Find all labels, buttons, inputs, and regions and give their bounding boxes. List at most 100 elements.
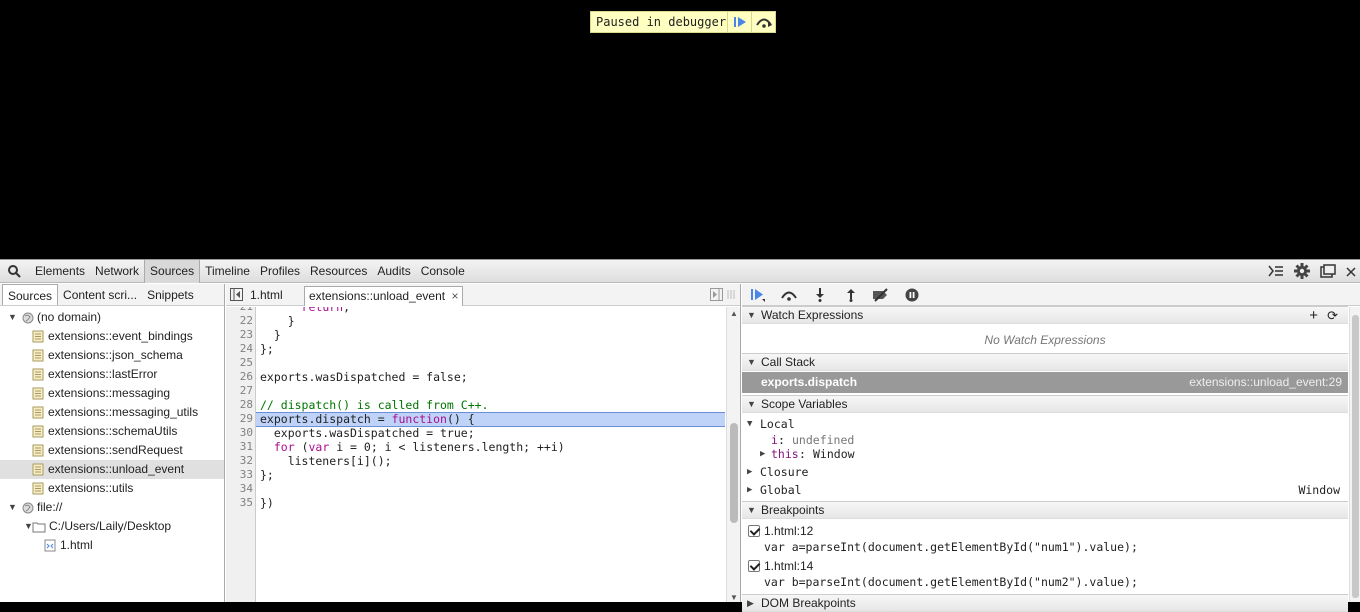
- script-file-icon: [32, 463, 44, 476]
- scope-variables-header[interactable]: ▼ Scope Variables: [742, 395, 1348, 413]
- toggle-debugger-icon[interactable]: [710, 288, 736, 301]
- dom-breakpoints-header[interactable]: ▶ DOM Breakpoints: [742, 594, 1348, 612]
- line-number[interactable]: 35: [226, 496, 253, 510]
- script-file-icon: [32, 444, 44, 457]
- folder-icon: [32, 520, 46, 533]
- tree-item[interactable]: extensions::lastError: [0, 365, 224, 384]
- call-frame-function: exports.dispatch: [761, 375, 858, 389]
- line-number[interactable]: 23: [226, 328, 253, 342]
- tree-item[interactable]: extensions::utils: [0, 479, 224, 498]
- resume-icon: [733, 17, 746, 27]
- line-number[interactable]: 30: [226, 426, 253, 440]
- tree-item-label: C:/Users/Laily/Desktop: [49, 519, 172, 533]
- editor-tab-unload-event[interactable]: extensions::unload_event ×: [304, 286, 464, 306]
- editor-scrollbar[interactable]: ▲ ▼: [726, 307, 740, 602]
- tree-item-label: extensions::unload_event: [48, 462, 185, 476]
- tab-audits[interactable]: Audits: [372, 260, 415, 283]
- close-icon[interactable]: [1346, 266, 1356, 280]
- script-file-icon: [32, 349, 44, 362]
- deactivate-breakpoints-button[interactable]: [872, 287, 890, 303]
- call-stack-header[interactable]: ▼ Call Stack: [742, 353, 1348, 371]
- collapsed-triangle-icon: ▶: [760, 449, 766, 459]
- navigator-tab-content-scripts[interactable]: Content scri...: [58, 284, 142, 305]
- tab-sources[interactable]: Sources: [144, 260, 201, 283]
- tree-item[interactable]: extensions::event_bindings: [0, 327, 224, 346]
- line-number[interactable]: 28: [226, 398, 253, 412]
- tree-item[interactable]: 1.html: [0, 536, 224, 555]
- tab-network[interactable]: Network: [90, 260, 144, 283]
- tree-item-label: extensions::json_schema: [48, 348, 183, 362]
- tree-item[interactable]: ▼ file://: [0, 498, 224, 517]
- scroll-up-icon[interactable]: ▲: [730, 309, 738, 318]
- dock-icon[interactable]: [1320, 264, 1336, 281]
- breakpoint-code: var b=parseInt(document.getElementById("…: [742, 573, 1348, 591]
- navigator-tab-snippets[interactable]: Snippets: [142, 284, 199, 305]
- expanded-triangle-icon[interactable]: ▼: [8, 308, 17, 327]
- step-over-button[interactable]: [751, 12, 775, 32]
- tree-item[interactable]: extensions::unload_event: [0, 460, 224, 479]
- editor-scroll-thumb[interactable]: [730, 423, 738, 523]
- sidebar-scroll-thumb[interactable]: [1352, 315, 1359, 598]
- scope-global[interactable]: ▶ Global Window: [742, 481, 1348, 499]
- sidebar-scrollbar[interactable]: [1349, 307, 1360, 602]
- step-over-button[interactable]: [780, 287, 798, 303]
- line-number[interactable]: 21: [226, 307, 253, 314]
- breakpoints-header[interactable]: ▼ Breakpoints: [742, 501, 1348, 519]
- tab-profiles[interactable]: Profiles: [255, 260, 305, 283]
- add-watch-icon[interactable]: +: [1309, 307, 1318, 324]
- line-number[interactable]: 34: [226, 482, 253, 496]
- navigator-tab-sources[interactable]: Sources: [2, 284, 59, 305]
- tree-item[interactable]: extensions::messaging_utils: [0, 403, 224, 422]
- line-number[interactable]: 24: [226, 342, 253, 356]
- refresh-watch-icon[interactable]: ⟳: [1327, 307, 1338, 324]
- line-number[interactable]: 22: [226, 314, 253, 328]
- tab-resources[interactable]: Resources: [305, 260, 372, 283]
- tab-timeline[interactable]: Timeline: [200, 260, 255, 283]
- code-line: }): [260, 496, 274, 510]
- tree-item-label: (no domain): [37, 310, 102, 324]
- gear-icon[interactable]: [1294, 263, 1310, 282]
- search-icon[interactable]: [8, 265, 21, 281]
- line-number[interactable]: 27: [226, 384, 253, 398]
- scope-closure[interactable]: ▶ Closure: [742, 463, 1348, 481]
- breakpoint-checkbox[interactable]: [748, 525, 760, 537]
- tree-item[interactable]: ▼ (no domain): [0, 308, 224, 327]
- code-line: listeners[i]();: [260, 454, 392, 468]
- tree-item[interactable]: extensions::json_schema: [0, 346, 224, 365]
- line-number[interactable]: 25: [226, 356, 253, 370]
- drawer-toggle-icon[interactable]: [1268, 265, 1284, 280]
- step-into-button[interactable]: [811, 287, 829, 303]
- editor-tabs: 1.html extensions::unload_event ×: [226, 284, 740, 306]
- call-frame-location[interactable]: extensions::unload_event:29: [1189, 372, 1342, 393]
- line-gutter[interactable]: 212223242526272829303132333435: [226, 307, 256, 602]
- expanded-triangle-icon[interactable]: ▼: [8, 498, 17, 517]
- line-number[interactable]: 32: [226, 454, 253, 468]
- html-file-icon: [44, 539, 56, 552]
- breakpoint-checkbox[interactable]: [748, 560, 760, 572]
- step-out-button[interactable]: [842, 287, 860, 303]
- resume-button[interactable]: [727, 12, 751, 32]
- line-number[interactable]: 33: [226, 468, 253, 482]
- tab-console[interactable]: Console: [416, 260, 470, 283]
- line-number[interactable]: 31: [226, 440, 253, 454]
- watch-expressions-header[interactable]: ▼ Watch Expressions + ⟳: [742, 306, 1348, 324]
- tab-elements[interactable]: Elements: [30, 260, 90, 283]
- toggle-navigator-icon[interactable]: [230, 288, 243, 304]
- scope-var-this[interactable]: ▶ this : Window: [742, 445, 1348, 463]
- pause-on-exceptions-button[interactable]: [903, 287, 921, 303]
- tree-item[interactable]: ▼ C:/Users/Laily/Desktop: [0, 517, 224, 536]
- code-editor[interactable]: 212223242526272829303132333435 return; }…: [226, 307, 726, 602]
- line-number[interactable]: 26: [226, 370, 253, 384]
- close-tab-icon[interactable]: ×: [448, 289, 458, 303]
- call-frame-selected[interactable]: exports.dispatch extensions::unload_even…: [742, 372, 1348, 393]
- line-number[interactable]: 29: [226, 412, 253, 426]
- var-name: this: [771, 447, 799, 461]
- deactivate-breakpoints-icon: [873, 288, 888, 302]
- resume-execution-button[interactable]: [749, 287, 767, 303]
- tree-item[interactable]: extensions::messaging: [0, 384, 224, 403]
- scroll-down-icon[interactable]: ▼: [730, 593, 738, 602]
- editor-tab-1-html[interactable]: 1.html: [246, 286, 287, 306]
- tree-item[interactable]: extensions::schemaUtils: [0, 422, 224, 441]
- tree-item[interactable]: extensions::sendRequest: [0, 441, 224, 460]
- globe-icon: [22, 501, 34, 514]
